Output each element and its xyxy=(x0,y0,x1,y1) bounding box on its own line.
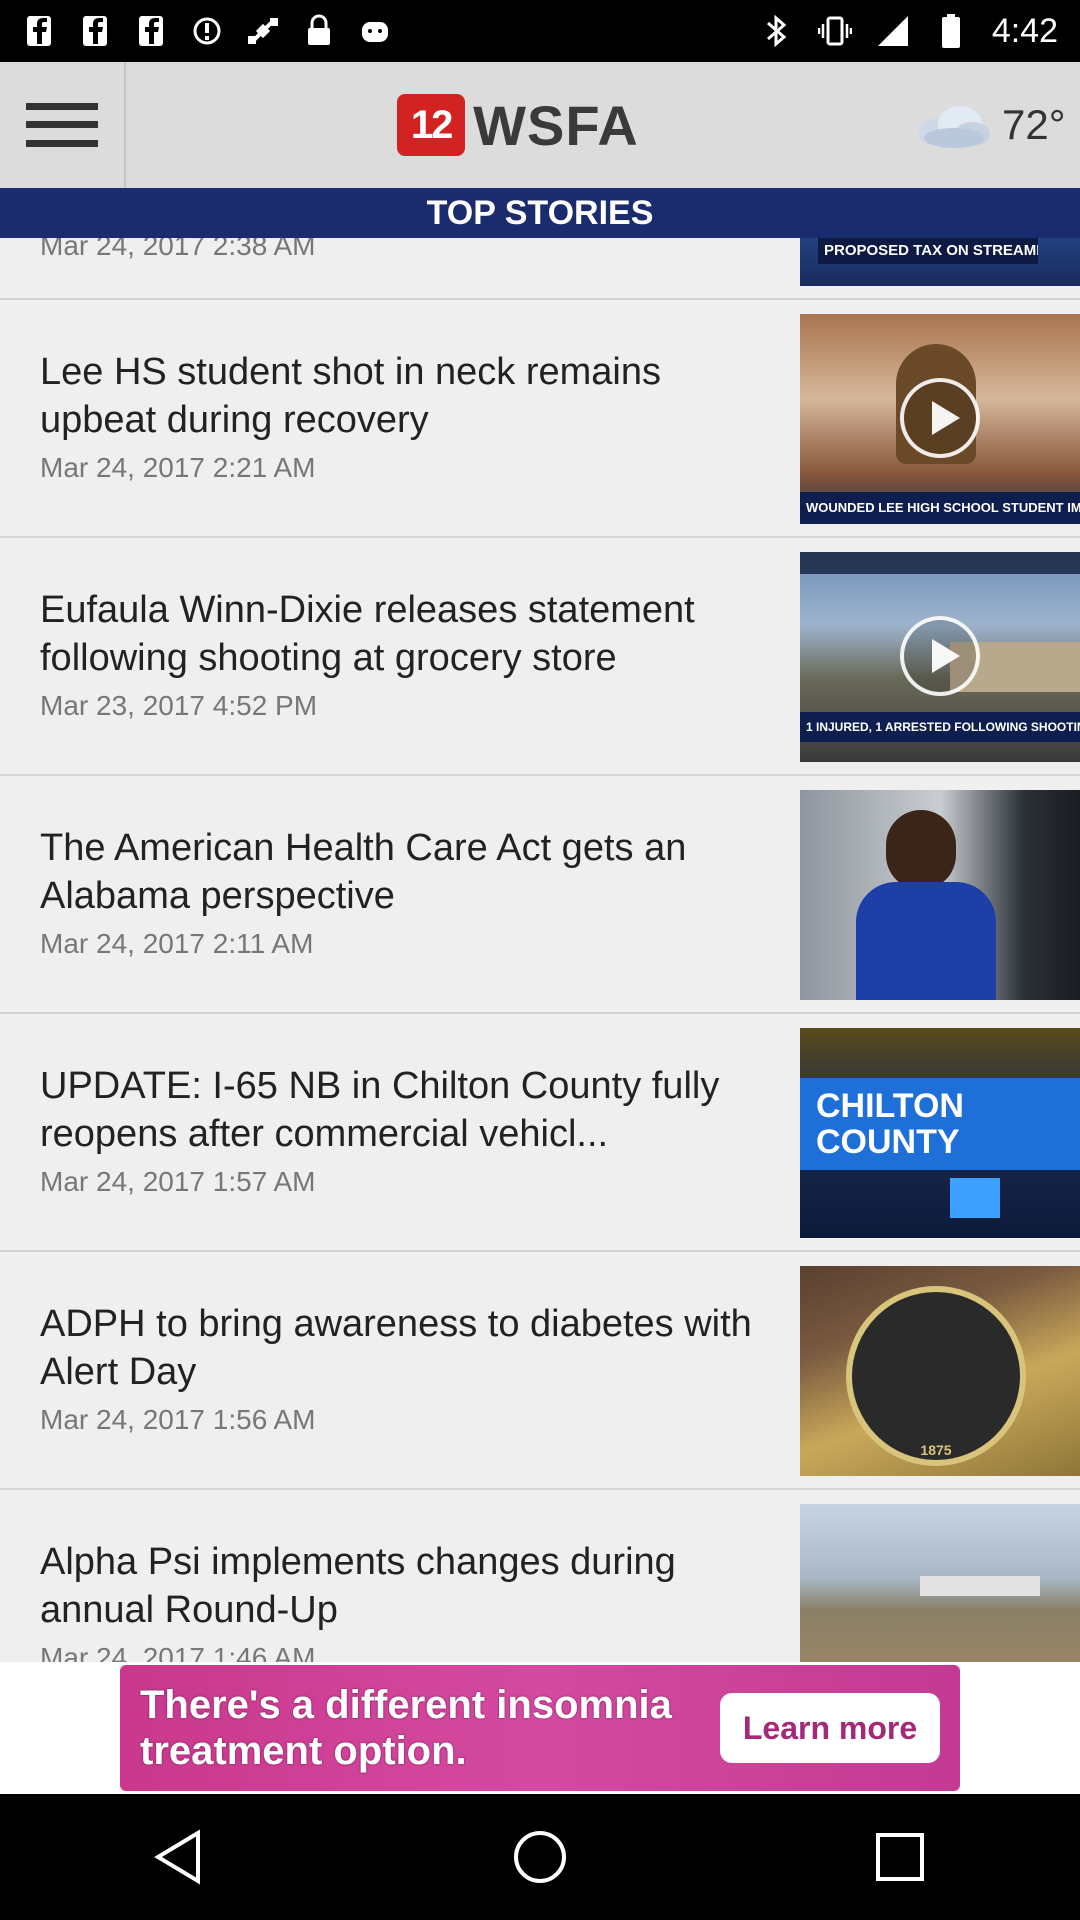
learn-more-button[interactable]: Learn more xyxy=(720,1693,940,1763)
recents-square-icon xyxy=(876,1833,924,1881)
story-item[interactable]: UPDATE: I-65 NB in Chilton County fully … xyxy=(0,1014,1080,1252)
thumbnail-caption: PROPOSED TAX ON STREAMING SERVICES xyxy=(818,238,1038,264)
back-triangle-icon xyxy=(154,1829,200,1885)
story-list[interactable]: Mar 24, 2017 2:38 AM PROPOSED TAX ON STR… xyxy=(0,238,1080,1662)
story-thumbnail: 1875 xyxy=(800,1266,1080,1476)
temperature-value: 72° xyxy=(1002,101,1066,148)
ad-creative[interactable]: There's a different insomnia treatment o… xyxy=(120,1665,960,1791)
thumbnail-caption: CHILTON COUNTY xyxy=(800,1078,1080,1170)
facebook-icon xyxy=(22,14,56,48)
phone-screen: 4:42 12 WSFA 72° TOP STORIES Mar 24, 201… xyxy=(0,0,1080,1920)
android-robot-icon xyxy=(358,14,392,48)
system-nav-bar xyxy=(0,1794,1080,1920)
back-button[interactable] xyxy=(135,1812,225,1902)
story-item[interactable]: The American Health Care Act gets an Ala… xyxy=(0,776,1080,1014)
fake-gps-icon xyxy=(246,14,280,48)
facebook-icon xyxy=(134,14,168,48)
signal-icon xyxy=(876,14,910,48)
brand-logo: 12 WSFA xyxy=(126,93,910,158)
story-thumbnail: 1 INJURED, 1 ARRESTED FOLLOWING SHOOTING xyxy=(800,552,1080,762)
weather-widget[interactable]: 72° xyxy=(910,100,1080,150)
video-play-icon xyxy=(900,616,980,696)
story-title: Alpha Psi implements changes during annu… xyxy=(40,1541,676,1631)
lock-icon xyxy=(302,14,336,48)
video-play-icon xyxy=(900,378,980,458)
seal-icon xyxy=(846,1286,1026,1466)
story-thumbnail: WOUNDED LEE HIGH SCHOOL STUDENT IMPROVIN… xyxy=(800,314,1080,524)
vibrate-icon xyxy=(817,14,852,48)
location-disabled-icon xyxy=(190,14,224,48)
ad-banner[interactable]: There's a different insomnia treatment o… xyxy=(0,1662,1080,1794)
thumbnail-caption: WOUNDED LEE HIGH SCHOOL STUDENT IMPROVIN… xyxy=(800,492,1080,524)
story-thumbnail: PROPOSED TAX ON STREAMING SERVICES xyxy=(800,238,1080,286)
story-item[interactable]: Lee HS student shot in neck remains upbe… xyxy=(0,300,1080,538)
battery-icon xyxy=(934,14,968,48)
home-circle-icon xyxy=(514,1831,566,1883)
story-thumbnail xyxy=(800,1504,1080,1662)
story-item[interactable]: Alpha Psi implements changes during annu… xyxy=(0,1490,1080,1662)
story-title: UPDATE: I-65 NB in Chilton County fully … xyxy=(40,1065,720,1155)
story-date: Mar 24, 2017 2:38 AM xyxy=(40,238,316,261)
cloudy-weather-icon xyxy=(918,106,990,148)
home-button[interactable] xyxy=(495,1812,585,1902)
story-date: Mar 24, 2017 2:11 AM xyxy=(40,928,314,959)
bluetooth-icon xyxy=(760,14,794,48)
station-name: WSFA xyxy=(473,93,639,157)
story-date: Mar 23, 2017 4:52 PM xyxy=(40,690,318,721)
ad-text: There's a different insomnia treatment o… xyxy=(140,1683,672,1773)
channel-badge: 12 xyxy=(397,94,466,156)
story-date: Mar 24, 2017 1:46 AM xyxy=(40,1642,316,1662)
recents-button[interactable] xyxy=(855,1812,945,1902)
status-bar: 4:42 xyxy=(0,0,1080,62)
story-title: Eufaula Winn-Dixie releases statement fo… xyxy=(40,589,695,679)
story-title: ADPH to bring awareness to diabetes with… xyxy=(40,1303,752,1393)
story-item[interactable]: Mar 24, 2017 2:38 AM PROPOSED TAX ON STR… xyxy=(0,238,1080,300)
hamburger-menu-icon xyxy=(26,103,98,147)
story-title: Lee HS student shot in neck remains upbe… xyxy=(40,351,662,441)
story-thumbnail: CHILTON COUNTY xyxy=(800,1028,1080,1238)
seal-year: 1875 xyxy=(920,1442,952,1458)
facebook-icon xyxy=(78,14,112,48)
story-date: Mar 24, 2017 2:21 AM xyxy=(40,452,316,483)
story-date: Mar 24, 2017 1:56 AM xyxy=(40,1404,316,1435)
story-thumbnail xyxy=(800,790,1080,1000)
story-item[interactable]: Eufaula Winn-Dixie releases statement fo… xyxy=(0,538,1080,776)
menu-button[interactable] xyxy=(0,62,126,188)
thumbnail-caption: 1 INJURED, 1 ARRESTED FOLLOWING SHOOTING xyxy=(800,712,1080,742)
story-date: Mar 24, 2017 1:57 AM xyxy=(40,1166,316,1197)
app-header: 12 WSFA 72° xyxy=(0,62,1080,188)
clock-time: 4:42 xyxy=(991,11,1058,50)
story-title: The American Health Care Act gets an Ala… xyxy=(40,827,687,917)
story-item[interactable]: ADPH to bring awareness to diabetes with… xyxy=(0,1252,1080,1490)
section-title-bar: TOP STORIES xyxy=(0,188,1080,238)
